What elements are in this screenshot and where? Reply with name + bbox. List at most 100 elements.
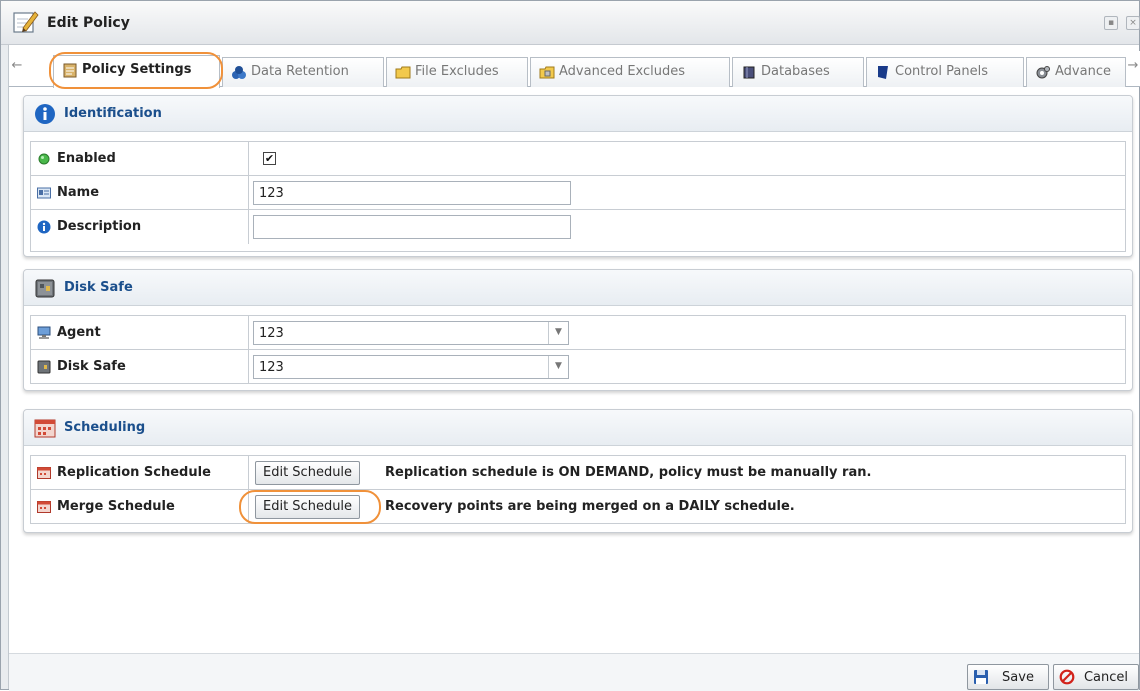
tab-label: Advanced Excludes	[559, 64, 686, 79]
tab-label: Policy Settings	[82, 62, 192, 77]
name-card-icon	[37, 187, 51, 199]
green-status-icon	[38, 153, 50, 165]
policy-settings-icon	[63, 63, 77, 78]
control-panels-icon	[878, 66, 888, 79]
scheduling-panel: Scheduling Replication Schedule Edit Sch…	[23, 409, 1133, 533]
agent-select[interactable]: 123 ▼	[253, 321, 569, 345]
cancel-label: Cancel	[1083, 670, 1129, 685]
agent-selected-value: 123	[259, 326, 284, 341]
tab-label: File Excludes	[415, 64, 499, 79]
enabled-value-cell: ✔	[253, 142, 1125, 175]
identification-title: Identification	[64, 106, 162, 121]
description-label-cell: Description	[31, 210, 249, 244]
databases-icon	[743, 66, 755, 79]
enabled-label: Enabled	[57, 151, 116, 166]
tab-control-panels[interactable]: Control Panels	[866, 57, 1024, 87]
disk-safe-title: Disk Safe	[64, 280, 133, 295]
enabled-label-cell: Enabled	[31, 142, 249, 175]
scheduling-rows: Replication Schedule Edit Schedule Repli…	[30, 455, 1126, 524]
tab-data-retention[interactable]: Data Retention	[222, 57, 384, 87]
tab-policy-settings[interactable]: Policy Settings	[53, 55, 220, 88]
disk-safe-label-cell: Disk Safe	[31, 350, 249, 384]
save-button[interactable]: Save	[967, 664, 1049, 690]
agent-label-cell: Agent	[31, 316, 249, 349]
cancel-button[interactable]: Cancel	[1053, 664, 1139, 690]
disk-safe-icon	[35, 279, 55, 298]
tab-scroll-right-arrow[interactable]: →	[1125, 51, 1140, 87]
replication-label-cell: Replication Schedule	[31, 456, 249, 489]
tab-label: Data Retention	[251, 64, 349, 79]
name-label: Name	[57, 185, 100, 200]
minimize-button[interactable]: ▪	[1104, 16, 1118, 30]
tab-advanced[interactable]: Advance	[1026, 57, 1126, 87]
identification-rows: Enabled ✔ Name 123 Description	[30, 141, 1126, 252]
save-label: Save	[1002, 670, 1034, 685]
tab-file-excludes[interactable]: File Excludes	[386, 57, 528, 87]
advanced-excludes-icon	[539, 66, 555, 79]
merge-schedule-text: Recovery points are being merged on a DA…	[385, 499, 795, 514]
name-value-cell	[253, 176, 1125, 209]
replication-schedule-row: Replication Schedule Edit Schedule Repli…	[31, 456, 1125, 490]
chevron-down-icon[interactable]: ▼	[548, 356, 568, 378]
disk-safe-panel: Disk Safe Agent 123 ▼ Disk Safe 123 ▼	[23, 269, 1133, 391]
name-input[interactable]	[253, 181, 571, 205]
description-input[interactable]	[253, 215, 571, 239]
tab-label: Databases	[761, 64, 830, 79]
agent-label: Agent	[57, 325, 101, 340]
disk-safe-small-icon	[37, 360, 51, 374]
edit-pencil-icon	[13, 11, 39, 33]
disk-safe-value-cell: 123 ▼	[253, 350, 1125, 384]
tab-label: Advance	[1055, 64, 1111, 79]
tab-scroll-left-arrow[interactable]: ←	[9, 51, 25, 87]
scheduling-header: Scheduling	[24, 410, 1132, 446]
disk-safe-label: Disk Safe	[57, 359, 126, 374]
agent-row: Agent 123 ▼	[31, 316, 1125, 350]
enabled-row: Enabled ✔	[31, 142, 1125, 176]
chevron-down-icon[interactable]: ▼	[548, 322, 568, 344]
scheduling-title: Scheduling	[64, 420, 146, 435]
tab-bar: ← Policy Settings Data Retention File Ex	[9, 51, 1140, 88]
window-title: Edit Policy	[47, 15, 130, 31]
enabled-checkbox[interactable]: ✔	[263, 152, 276, 165]
data-retention-icon	[232, 66, 246, 79]
disk-safe-rows: Agent 123 ▼ Disk Safe 123 ▼	[30, 315, 1126, 384]
disk-safe-header: Disk Safe	[24, 270, 1132, 306]
tab-databases[interactable]: Databases	[732, 57, 864, 87]
merge-label-cell: Merge Schedule	[31, 490, 249, 524]
title-bar: Edit Policy ▪ ×	[1, 1, 1140, 45]
info-icon	[37, 220, 51, 234]
name-label-cell: Name	[31, 176, 249, 209]
edit-policy-window: Edit Policy ▪ × ← Policy Settings Data R…	[0, 0, 1140, 691]
disk-safe-selected-value: 123	[259, 360, 284, 375]
calendar-icon	[37, 501, 51, 513]
merge-schedule-row: Merge Schedule Edit Schedule Recovery po…	[31, 490, 1125, 524]
file-excludes-icon	[395, 66, 411, 79]
agent-value-cell: 123 ▼	[253, 316, 1125, 349]
identification-header: Identification	[24, 96, 1132, 132]
replication-schedule-text: Replication schedule is ON DEMAND, polic…	[385, 465, 872, 480]
name-row: Name	[31, 176, 1125, 210]
replication-schedule-label: Replication Schedule	[57, 465, 211, 480]
footer-bar: Save Cancel	[9, 653, 1139, 691]
replication-edit-schedule-button[interactable]: Edit Schedule	[255, 461, 361, 485]
identification-panel: Identification Enabled ✔ Name 123 Descri…	[23, 95, 1133, 257]
tab-label: Control Panels	[895, 64, 988, 79]
close-button[interactable]: ×	[1126, 16, 1140, 30]
computer-icon	[37, 326, 51, 339]
info-icon	[35, 104, 55, 124]
save-disk-icon	[974, 670, 988, 684]
disk-safe-row: Disk Safe 123 ▼	[31, 350, 1125, 384]
calendar-icon	[34, 419, 56, 438]
replication-value-cell: Edit Schedule Replication schedule is ON…	[253, 456, 1125, 489]
disk-safe-select[interactable]: 123 ▼	[253, 355, 569, 379]
merge-value-cell: Edit Schedule Recovery points are being …	[253, 490, 1125, 524]
merge-schedule-label: Merge Schedule	[57, 499, 175, 514]
left-border	[1, 45, 9, 689]
merge-edit-schedule-button[interactable]: Edit Schedule	[255, 495, 361, 519]
cancel-icon	[1059, 669, 1075, 685]
advanced-icon	[1036, 66, 1050, 79]
tab-advanced-excludes[interactable]: Advanced Excludes	[530, 57, 730, 87]
description-row: Description	[31, 210, 1125, 244]
description-label: Description	[57, 219, 142, 234]
calendar-icon	[37, 467, 51, 479]
